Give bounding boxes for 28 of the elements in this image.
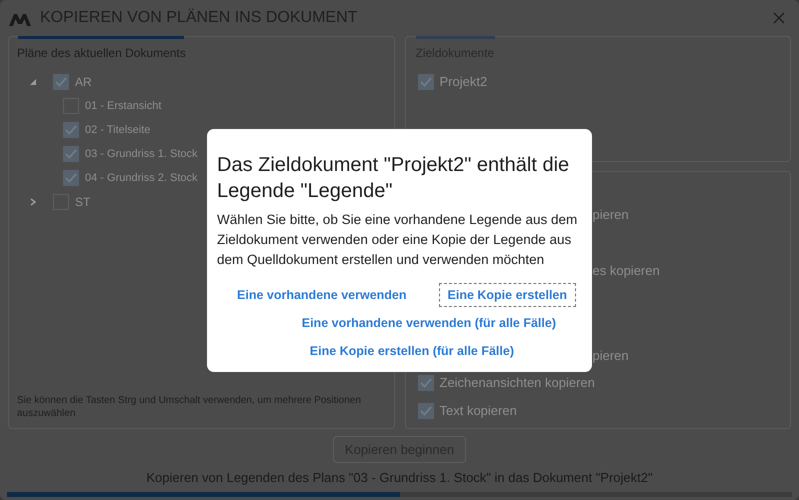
collapse-icon[interactable] (29, 78, 37, 86)
option-label: es kopieren (592, 262, 660, 280)
item-label: 03 - Grundriss 1. Stock (85, 146, 198, 162)
dialog-button[interactable]: Eine Kopie erstellen (438, 283, 576, 307)
dialog-button[interactable]: Eine Kopie erstellen (für alle Fälle) (300, 339, 523, 363)
checkbox[interactable] (63, 146, 79, 162)
dialog-title: Das Zieldokument "Projekt2" enthält die Legende "Legende" (217, 153, 570, 204)
item-label: Projekt2 (440, 73, 488, 92)
expand-icon[interactable] (29, 198, 37, 206)
dialog-button[interactable]: Eine vorhandene verwenden (für alle Fälle) (292, 311, 565, 335)
item-label: 01 - Erstansicht (85, 98, 162, 114)
checkbox[interactable] (53, 74, 69, 90)
item-label: Zeichenansichten kopieren (440, 374, 595, 392)
checkbox[interactable] (418, 375, 434, 391)
option-label: pieren (592, 347, 629, 365)
item-label: 04 - Grundriss 2. Stock (85, 170, 198, 186)
close-icon[interactable] (773, 12, 785, 24)
checkbox[interactable] (418, 403, 434, 419)
checkbox[interactable] (418, 74, 434, 90)
item-label: ST (75, 194, 90, 211)
item-label: AR (75, 74, 92, 91)
dialog-button[interactable]: Eine vorhandene verwenden (228, 283, 416, 307)
option-label: pieren (592, 206, 629, 224)
item-label: Text kopieren (440, 402, 517, 420)
item-label: 02 - Titelseite (85, 122, 150, 138)
dialog-message: Wählen Sie bitte, ob Sie eine vorhandene Legende aus dem Zieldokument verwenden oder eine Kopie der Legende aus dem Quelldokument erstellen und verwenden möchten (217, 211, 578, 269)
checkbox[interactable] (63, 122, 79, 138)
checkbox[interactable] (63, 170, 79, 186)
